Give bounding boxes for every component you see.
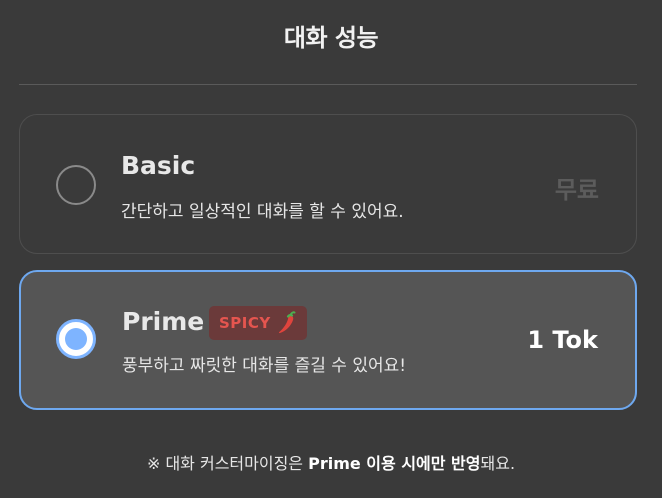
radio-selected-dot [65,328,87,350]
footnote-prefix: ※ 대화 커스터마이징은 [146,454,309,473]
footnote-emphasis: Prime 이용 시에만 반영 [308,454,481,473]
option-price: 1 Tok [527,326,598,354]
option-description: 풍부하고 짜릿한 대화를 즐길 수 있어요! [122,356,407,376]
badge-label: SPICY [219,314,271,332]
header-divider [19,84,637,85]
option-name: Prime [122,307,205,336]
footnote-suffix: 돼요. [480,454,516,473]
option-basic[interactable]: Basic 간단하고 일상적인 대화를 할 수 있어요. 무료 [19,114,637,254]
footnote: ※ 대화 커스터마이징은 Prime 이용 시에만 반영돼요. [0,450,662,474]
option-prime[interactable]: Prime SPICY 풍부하고 짜릿한 대화를 즐길 수 있어요! 1 Tok [19,270,637,410]
option-price: 무료 [554,176,599,204]
radio-prime[interactable] [56,319,96,359]
option-description: 간단하고 일상적인 대화를 할 수 있어요. [121,202,404,222]
radio-basic[interactable] [56,165,96,205]
chili-pepper-icon [278,311,296,334]
spicy-badge: SPICY [209,306,307,340]
page-title: 대화 성능 [283,24,379,52]
option-name: Basic [121,151,196,180]
